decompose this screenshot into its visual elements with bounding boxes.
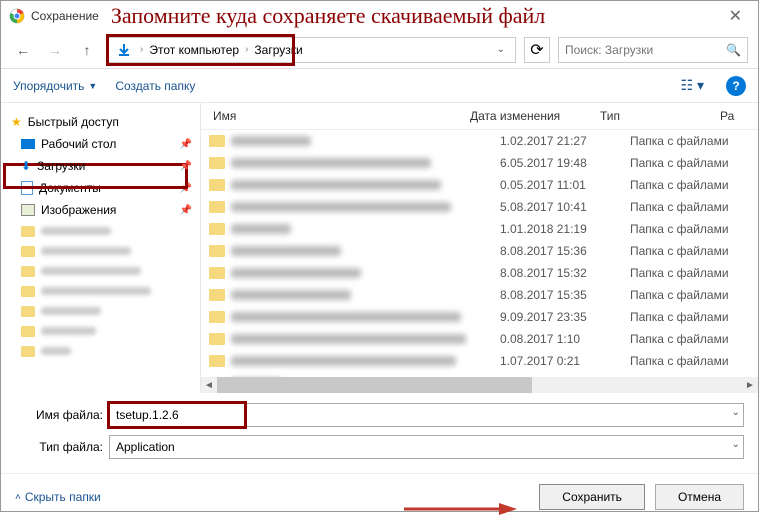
refresh-button[interactable]: ⟳ — [524, 37, 550, 63]
new-folder-button[interactable]: Создать папку — [115, 79, 195, 93]
file-type: Папка с файлами — [630, 354, 750, 368]
breadcrumb-root[interactable]: Этот компьютер — [147, 43, 241, 57]
chevron-up-icon: ˄ — [15, 492, 21, 503]
table-row[interactable]: 9.09.2017 23:35Папка с файлами — [201, 306, 758, 328]
file-type: Папка с файлами — [630, 222, 750, 236]
table-row[interactable]: 1.02.2017 21:27Папка с файлами — [201, 130, 758, 152]
filename-label: Имя файла: — [15, 408, 103, 422]
file-date: 6.05.2017 19:48 — [500, 156, 630, 170]
window-title: Сохранение — [31, 9, 99, 23]
annotation-arrow — [399, 499, 519, 519]
breadcrumb[interactable]: › Этот компьютер › Загрузки ⌄ — [107, 37, 516, 63]
table-row[interactable]: 8.08.2017 15:35Папка с файлами — [201, 284, 758, 306]
folder-icon — [209, 157, 225, 169]
folder-icon — [209, 201, 225, 213]
table-row[interactable]: 0.05.2017 11:01Папка с файлами — [201, 174, 758, 196]
file-date: 9.09.2017 23:35 — [500, 310, 630, 324]
folder-icon — [209, 355, 225, 367]
filename-input[interactable] — [109, 403, 744, 427]
chevron-right-icon[interactable]: › — [241, 44, 252, 55]
search-icon[interactable]: 🔍 — [726, 43, 741, 57]
sidebar-downloads[interactable]: ⬇ Загрузки 📌 — [1, 155, 200, 177]
column-size[interactable]: Ра — [720, 109, 750, 123]
table-row[interactable]: 6.05.2017 19:48Папка с файлами — [201, 152, 758, 174]
file-date: 8.08.2017 15:36 — [500, 244, 630, 258]
table-row[interactable]: 8.08.2017 15:36Папка с файлами — [201, 240, 758, 262]
pin-icon: 📌 — [180, 161, 192, 172]
file-date: 1.01.2018 21:19 — [500, 222, 630, 236]
close-icon[interactable]: ✕ — [721, 6, 750, 26]
folder-icon — [209, 333, 225, 345]
file-type: Папка с файлами — [630, 244, 750, 258]
pin-icon: 📌 — [180, 183, 192, 194]
folder-icon — [209, 179, 225, 191]
file-date: 0.05.2017 11:01 — [500, 178, 630, 192]
filetype-label: Тип файла: — [15, 440, 103, 454]
folder-icon — [209, 223, 225, 235]
table-row[interactable]: 1.01.2018 21:19Папка с файлами — [201, 218, 758, 240]
file-date: 8.08.2017 15:32 — [500, 266, 630, 280]
scroll-right-icon[interactable]: ► — [742, 377, 758, 393]
column-date[interactable]: Дата изменения — [470, 109, 600, 123]
help-button[interactable]: ? — [726, 76, 746, 96]
file-type: Папка с файлами — [630, 200, 750, 214]
annotation-text: Запомните куда сохраняете скачиваемый фа… — [111, 3, 545, 29]
table-row[interactable]: 1.07.2017 0:21Папка с файлами — [201, 350, 758, 372]
folder-icon — [209, 311, 225, 323]
images-icon — [21, 204, 35, 216]
file-date: 8.08.2017 15:35 — [500, 288, 630, 302]
file-type: Папка с файлами — [630, 178, 750, 192]
sidebar-images[interactable]: Изображения 📌 — [1, 199, 200, 221]
file-type: Папка с файлами — [630, 310, 750, 324]
up-button[interactable]: ↑ — [75, 38, 99, 62]
file-type: Папка с файлами — [630, 332, 750, 346]
sidebar-desktop[interactable]: Рабочий стол 📌 — [1, 133, 200, 155]
save-button[interactable]: Сохранить — [539, 484, 645, 510]
column-name[interactable]: Имя — [209, 109, 470, 123]
scroll-left-icon[interactable]: ◄ — [201, 377, 217, 393]
forward-button[interactable]: → — [43, 38, 67, 62]
folder-icon — [209, 135, 225, 147]
file-type: Папка с файлами — [630, 266, 750, 280]
download-icon: ⬇ — [21, 159, 31, 173]
folder-icon — [209, 267, 225, 279]
file-date: 5.08.2017 10:41 — [500, 200, 630, 214]
chrome-icon — [9, 8, 25, 24]
search-field[interactable] — [565, 43, 726, 57]
download-arrow-icon — [116, 42, 132, 58]
table-row[interactable]: 8.08.2017 15:32Папка с файлами — [201, 262, 758, 284]
back-button[interactable]: ← — [11, 38, 35, 62]
file-type: Папка с файлами — [630, 156, 750, 170]
column-type[interactable]: Тип — [600, 109, 720, 123]
folder-icon — [209, 245, 225, 257]
filetype-select[interactable] — [109, 435, 744, 459]
chevron-right-icon[interactable]: › — [136, 44, 147, 55]
star-icon: ★ — [11, 115, 22, 129]
cancel-button[interactable]: Отмена — [655, 484, 744, 510]
file-type: Папка с файлами — [630, 134, 750, 148]
view-options-button[interactable]: ☷ ▾ — [677, 77, 708, 94]
pin-icon: 📌 — [180, 205, 192, 216]
document-icon — [21, 181, 33, 195]
hide-folders-link[interactable]: ˄ Скрыть папки — [15, 490, 101, 504]
breadcrumb-dropdown[interactable]: ⌄ — [491, 44, 511, 55]
desktop-icon — [21, 139, 35, 149]
file-date: 1.02.2017 21:27 — [500, 134, 630, 148]
table-row[interactable]: 0.08.2017 1:10Папка с файлами — [201, 328, 758, 350]
search-input[interactable]: 🔍 — [558, 37, 748, 63]
horizontal-scrollbar[interactable]: ◄ ► — [201, 377, 758, 393]
sidebar-documents[interactable]: Документы 📌 — [1, 177, 200, 199]
sidebar-quick-access[interactable]: ★ Быстрый доступ — [1, 111, 200, 133]
folder-icon — [209, 289, 225, 301]
table-row[interactable]: 5.08.2017 10:41Папка с файлами — [201, 196, 758, 218]
chevron-down-icon: ▼ — [88, 81, 97, 91]
file-date: 0.08.2017 1:10 — [500, 332, 630, 346]
file-type: Папка с файлами — [630, 288, 750, 302]
organize-button[interactable]: Упорядочить ▼ — [13, 79, 97, 93]
breadcrumb-current[interactable]: Загрузки — [252, 43, 304, 57]
file-date: 1.07.2017 0:21 — [500, 354, 630, 368]
pin-icon: 📌 — [180, 139, 192, 150]
